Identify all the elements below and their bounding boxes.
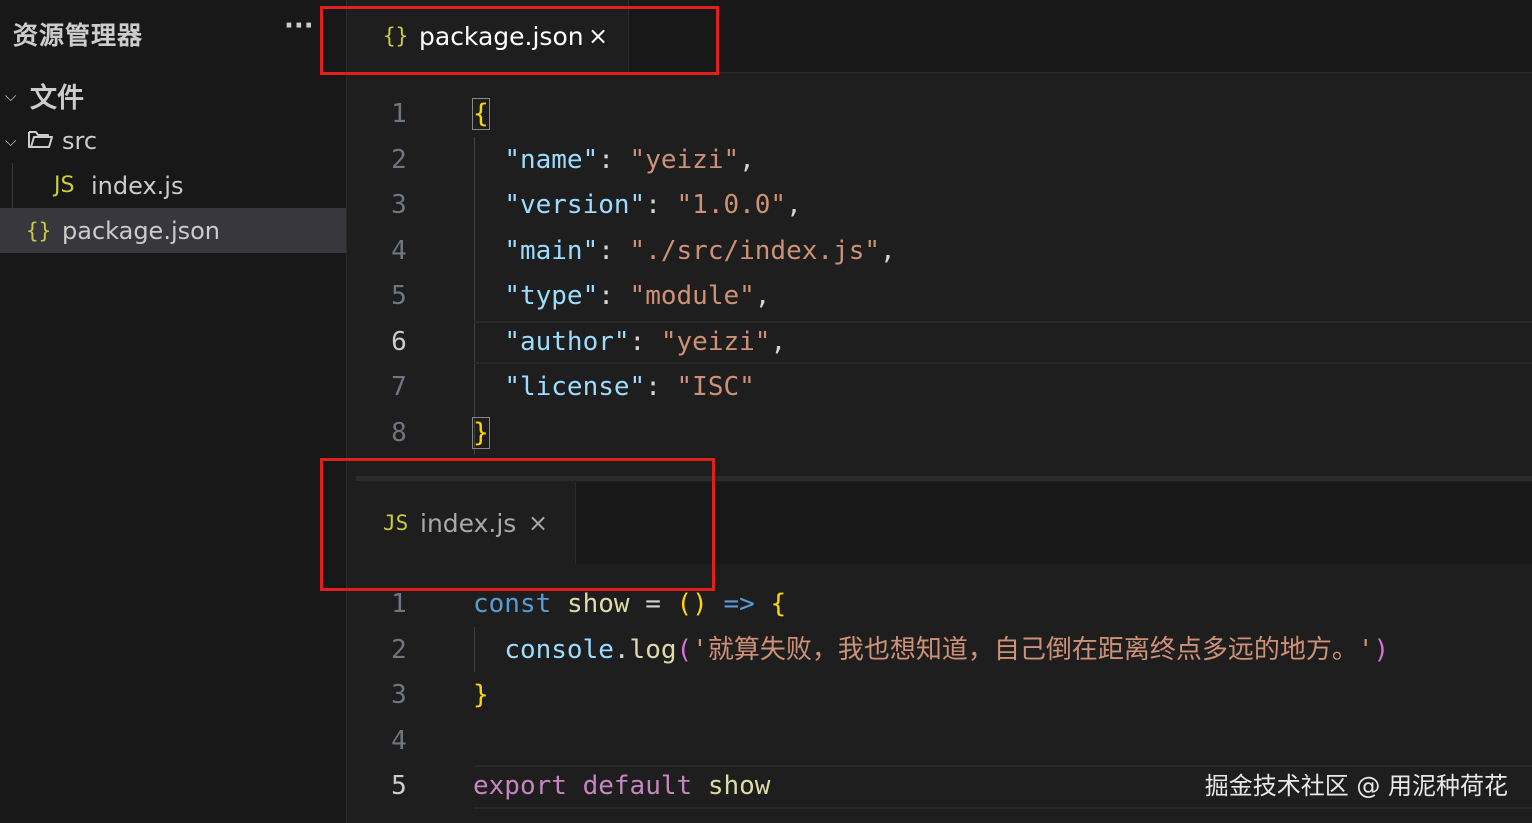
line-number: 5 [391, 281, 407, 311]
line-number: 2 [391, 634, 407, 665]
line-number: 7 [391, 372, 407, 402]
close-brace: } [473, 680, 489, 710]
file-label: index.js [91, 171, 184, 200]
code-text: "version": "1.0.0", [504, 190, 802, 220]
code-text: export default show [473, 771, 771, 801]
tab-package-json[interactable]: {} package.json × [356, 0, 629, 72]
tab-label: package.json [419, 21, 584, 51]
folder-label: src [62, 126, 98, 155]
open-brace: { [472, 98, 490, 130]
section-label: 文件 [30, 83, 84, 114]
code-text: console.log('就算失败，我也想知道，自己倒在距离终点多远的地方。') [504, 634, 1390, 665]
code-text: } [472, 411, 490, 457]
chevron-down-icon: ⌵ [5, 131, 17, 150]
tab-bar: {} package.json × [356, 0, 1532, 73]
code-text: const show = () => { [473, 589, 787, 619]
line-number: 8 [391, 417, 407, 448]
code-line: 3 } [356, 673, 1532, 719]
line-number: 1 [391, 589, 407, 619]
code-text: "name": "yeizi", [504, 144, 755, 175]
line-number: 2 [391, 144, 407, 175]
json-file-icon: {} [26, 218, 52, 243]
line-number: 4 [391, 725, 407, 756]
code-line-active: 6 "author": "yeizi", [356, 320, 1532, 366]
watermark: 掘金技术社区 @ 用泥种荷花 [1204, 772, 1508, 800]
code-line: 4 "main": "./src/index.js", [356, 229, 1532, 275]
editor-split-divider[interactable] [356, 476, 1532, 481]
javascript-file-icon: JS [54, 173, 75, 198]
line-number: 3 [391, 190, 407, 220]
chevron-down-icon: ⌵ [5, 86, 17, 105]
line-number: 4 [391, 235, 407, 266]
javascript-file-icon: JS [383, 511, 409, 535]
tab-label: index.js [420, 508, 517, 538]
code-line: 4 [356, 719, 1532, 765]
code-line: 2 console.log('就算失败，我也想知道，自己倒在距离终点多远的地方。… [356, 628, 1532, 674]
tab-bar: JS index.js × [356, 482, 1532, 564]
json-file-icon: {} [383, 24, 409, 48]
code-text: "license": "ISC" [504, 372, 755, 402]
line-number: 6 [391, 326, 407, 357]
file-label: package.json [62, 216, 221, 245]
code-text: "type": "module", [504, 281, 771, 311]
explorer-sidebar: 资源管理器 ··· ⌵ 文件 ⌵ src JS index.js {} pack… [0, 0, 347, 823]
line-number: 5 [391, 771, 407, 801]
more-actions-icon[interactable]: ··· [284, 13, 314, 39]
code-line: 3 "version": "1.0.0", [356, 183, 1532, 229]
explorer-title: 资源管理器 [13, 21, 144, 50]
code-line: 5 "type": "module", [356, 274, 1532, 320]
editor-group-top: {} package.json × 1 { 2 "name": "yeizi",… [356, 0, 1532, 478]
code-line: 8 } [356, 411, 1532, 457]
tree-folder-src[interactable]: ⌵ src [0, 118, 346, 163]
folder-open-icon [27, 128, 53, 154]
section-files[interactable]: ⌵ 文件 [0, 73, 346, 118]
line-number: 3 [391, 680, 407, 710]
line-number: 1 [391, 99, 407, 129]
tree-indent-guide [12, 163, 13, 208]
code-line: 2 "name": "yeizi", [356, 138, 1532, 184]
close-icon[interactable]: × [528, 509, 548, 537]
code-text: "author": "yeizi", [504, 326, 787, 357]
tab-index-js[interactable]: JS index.js × [356, 482, 576, 564]
tree-file-package-json[interactable]: {} package.json [0, 208, 346, 253]
code-text: "main": "./src/index.js", [504, 235, 896, 266]
code-text: } [473, 673, 489, 719]
close-brace: } [472, 416, 490, 449]
vscode-window: 资源管理器 ··· ⌵ 文件 ⌵ src JS index.js {} pack… [0, 0, 1532, 823]
code-editor[interactable]: 1 { 2 "name": "yeizi", 3 "version": "1.0… [356, 92, 1532, 456]
code-line: 1 { [356, 92, 1532, 138]
code-text: { [472, 92, 490, 138]
code-line: 7 "license": "ISC" [356, 365, 1532, 411]
code-line: 1 const show = () => { [356, 582, 1532, 628]
tree-file-index-js[interactable]: JS index.js [0, 163, 346, 208]
close-icon[interactable]: × [588, 22, 608, 50]
